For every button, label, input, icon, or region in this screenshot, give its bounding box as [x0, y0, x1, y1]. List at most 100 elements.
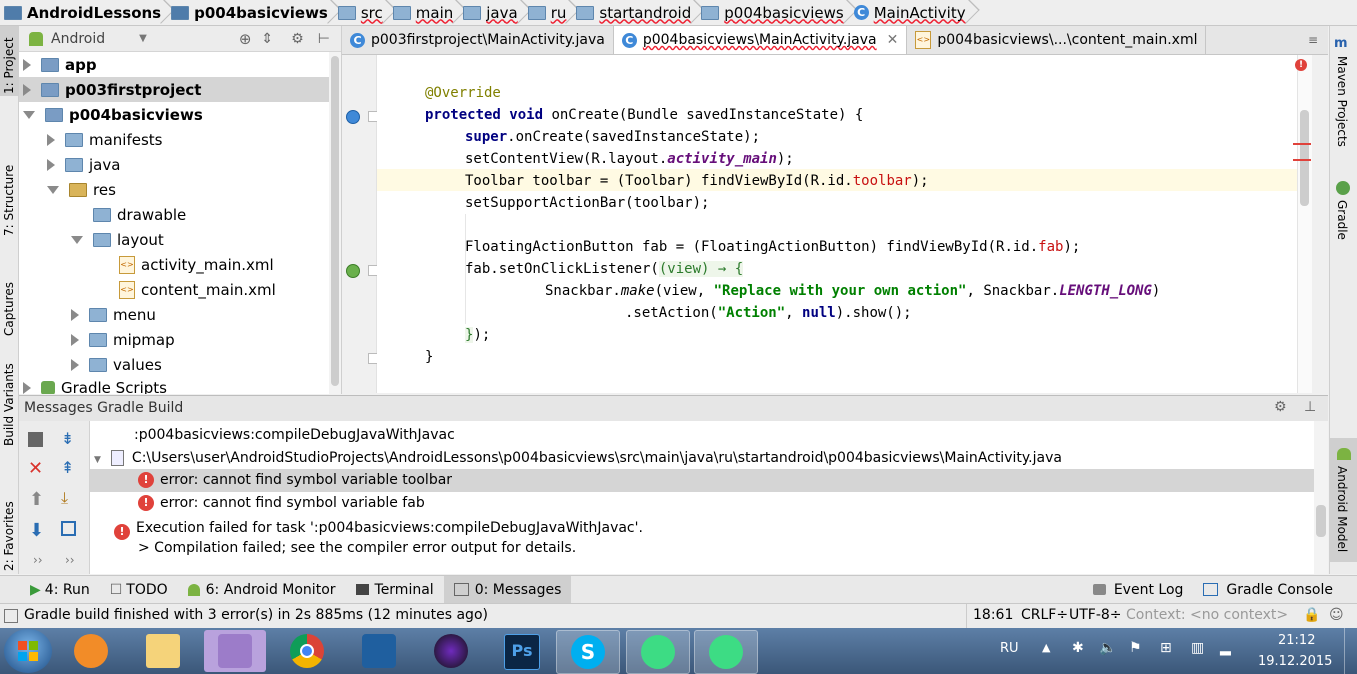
- clock-date[interactable]: 19.12.2015: [1258, 654, 1332, 669]
- editor-scrollbar[interactable]: [1297, 55, 1312, 393]
- tree-item[interactable]: p004basicviews: [19, 102, 341, 127]
- tree-item[interactable]: Gradle Scripts: [19, 375, 341, 394]
- tab-build-variants[interactable]: Build Variants: [0, 356, 18, 456]
- project-scrollbar[interactable]: [329, 52, 341, 394]
- tree-item[interactable]: mipmap: [19, 327, 341, 352]
- paint-app[interactable]: [204, 630, 266, 672]
- breadcrumb-item[interactable]: AndroidLessons: [0, 0, 167, 25]
- tree-item[interactable]: p003firstproject: [19, 77, 341, 102]
- gear-icon[interactable]: ⚙: [1274, 399, 1287, 415]
- error-marker[interactable]: [1293, 143, 1311, 145]
- message-exec-failed[interactable]: ! Execution failed for task ':p004basicvi…: [114, 516, 643, 540]
- messages-scrollbar[interactable]: [1314, 421, 1328, 574]
- error-indicator-icon[interactable]: !: [1295, 59, 1307, 71]
- tab-android-model[interactable]: Android Model: [1330, 438, 1357, 562]
- tree-item[interactable]: menu: [19, 302, 341, 327]
- tab-captures[interactable]: Captures: [0, 256, 18, 336]
- chevron-up-icon[interactable]: ▲: [1042, 641, 1050, 654]
- photoshop-app[interactable]: Ps: [490, 630, 552, 672]
- tab-project[interactable]: 1: Project: [0, 26, 18, 96]
- breadcrumb-item[interactable]: startandroid: [572, 0, 697, 25]
- android-monitor-tool[interactable]: 6: Android Monitor: [178, 576, 346, 603]
- breadcrumb-item[interactable]: p004basicviews: [167, 0, 334, 25]
- tab-p003-mainactivity[interactable]: Cp003firstproject\MainActivity.java: [342, 26, 614, 54]
- signal-icon[interactable]: ▂: [1220, 640, 1231, 656]
- flag-icon[interactable]: ⚑: [1129, 640, 1142, 656]
- tree-item[interactable]: <> content_main.xml: [19, 277, 341, 302]
- collapse-all-icon[interactable]: ⇞: [61, 458, 74, 477]
- override-method-icon[interactable]: [346, 110, 360, 124]
- tree-item[interactable]: java: [19, 152, 341, 177]
- lock-icon[interactable]: 🔒: [1303, 607, 1320, 623]
- terminal-tool[interactable]: Terminal: [346, 576, 444, 603]
- tab-favorites[interactable]: 2: Favorites: [0, 481, 18, 571]
- gradle-console-tool[interactable]: Gradle Console: [1193, 576, 1357, 603]
- gear-icon[interactable]: ⚙: [291, 31, 304, 47]
- language-indicator[interactable]: RU: [1000, 641, 1019, 656]
- tree-item[interactable]: values: [19, 352, 341, 377]
- status-text[interactable]: Gradle build finished with 3 error(s) in…: [24, 607, 488, 623]
- breadcrumb-item[interactable]: ru: [524, 0, 573, 25]
- run-tool[interactable]: ▶ 4: Run: [0, 576, 100, 603]
- breadcrumb-item[interactable]: main: [389, 0, 459, 25]
- line-separator[interactable]: CRLF÷: [1021, 607, 1068, 623]
- tab-content-main-xml[interactable]: <> p004basicviews\...\content_main.xml: [907, 26, 1207, 54]
- collapse-all-icon[interactable]: ⇕: [261, 31, 273, 47]
- tab-structure[interactable]: 7: Structure: [0, 138, 18, 238]
- context-indicator[interactable]: Context: <no context>: [1126, 607, 1288, 623]
- tab-gradle[interactable]: Gradle: [1335, 200, 1349, 240]
- tab-maven-projects[interactable]: Maven Projects: [1335, 56, 1349, 147]
- arrow-up-icon[interactable]: ⬆: [29, 489, 44, 510]
- volume-icon[interactable]: 🔈: [1099, 640, 1116, 656]
- tree-item[interactable]: res: [19, 177, 341, 202]
- tree-item[interactable]: app: [19, 52, 341, 77]
- media-app[interactable]: [420, 630, 482, 672]
- implement-method-icon[interactable]: [346, 264, 360, 278]
- start-button[interactable]: [4, 629, 52, 673]
- android-studio-app[interactable]: [694, 630, 758, 674]
- export-icon[interactable]: ⤓: [61, 488, 68, 508]
- messages-tool[interactable]: 0: Messages: [443, 576, 572, 603]
- stop-icon[interactable]: [28, 432, 43, 447]
- message-error[interactable]: ! error: cannot find symbol variable fab: [138, 492, 425, 515]
- preview-icon[interactable]: [61, 521, 76, 536]
- close-icon[interactable]: ✕: [28, 458, 43, 479]
- android-studio-app[interactable]: [626, 630, 690, 674]
- close-icon[interactable]: ✕: [887, 32, 899, 48]
- explorer-app[interactable]: [132, 630, 194, 672]
- caret-position[interactable]: 18:61: [973, 607, 1013, 623]
- event-log-tool[interactable]: Event Log: [1083, 576, 1194, 603]
- tab-overflow-icon[interactable]: ≡: [1308, 26, 1328, 54]
- network-icon[interactable]: ▥: [1191, 640, 1204, 656]
- view-selector[interactable]: Android: [51, 31, 105, 47]
- bracket-app[interactable]: [348, 630, 410, 672]
- message-detail[interactable]: > Compilation failed; see the compiler e…: [138, 537, 576, 560]
- tree-item[interactable]: layout: [19, 227, 341, 252]
- more-icon[interactable]: ››: [33, 553, 43, 567]
- breadcrumb-item[interactable]: p004basicviews: [697, 0, 849, 25]
- tool-window-icon[interactable]: [4, 609, 18, 623]
- file-encoding[interactable]: UTF-8÷: [1069, 607, 1122, 623]
- show-desktop-button[interactable]: [1344, 628, 1357, 674]
- arrow-down-icon[interactable]: ⬇: [29, 520, 44, 541]
- skype-app[interactable]: S: [556, 630, 620, 674]
- chrome-app[interactable]: [276, 630, 338, 672]
- media-player-app[interactable]: [60, 630, 122, 672]
- more-icon[interactable]: ››: [65, 553, 75, 567]
- todo-tool[interactable]: ☐ TODO: [100, 576, 178, 603]
- scroll-thumb[interactable]: [1300, 110, 1309, 206]
- tree-item[interactable]: <> activity_main.xml: [19, 252, 341, 277]
- breadcrumb-item[interactable]: src: [334, 0, 389, 25]
- tree-item[interactable]: manifests: [19, 127, 341, 152]
- tab-p004-mainactivity[interactable]: Cp004basicviews\MainActivity.java ✕: [613, 26, 908, 54]
- hide-panel-icon[interactable]: ⊢: [318, 31, 330, 47]
- clock-time[interactable]: 21:12: [1278, 633, 1315, 648]
- message-task[interactable]: :p004basicviews:compileDebugJavaWithJava…: [134, 424, 455, 447]
- chevron-down-icon[interactable]: ▼: [139, 33, 147, 44]
- breadcrumb-item[interactable]: C MainActivity: [850, 0, 972, 25]
- breadcrumb-item[interactable]: java: [459, 0, 523, 25]
- bluetooth-icon[interactable]: ✱: [1072, 640, 1084, 656]
- message-error[interactable]: ! error: cannot find symbol variable tool…: [90, 469, 1314, 492]
- message-file[interactable]: ▼ C:\Users\user\AndroidStudioProjects\And…: [94, 447, 1062, 470]
- inspector-icon[interactable]: ☺: [1329, 607, 1344, 623]
